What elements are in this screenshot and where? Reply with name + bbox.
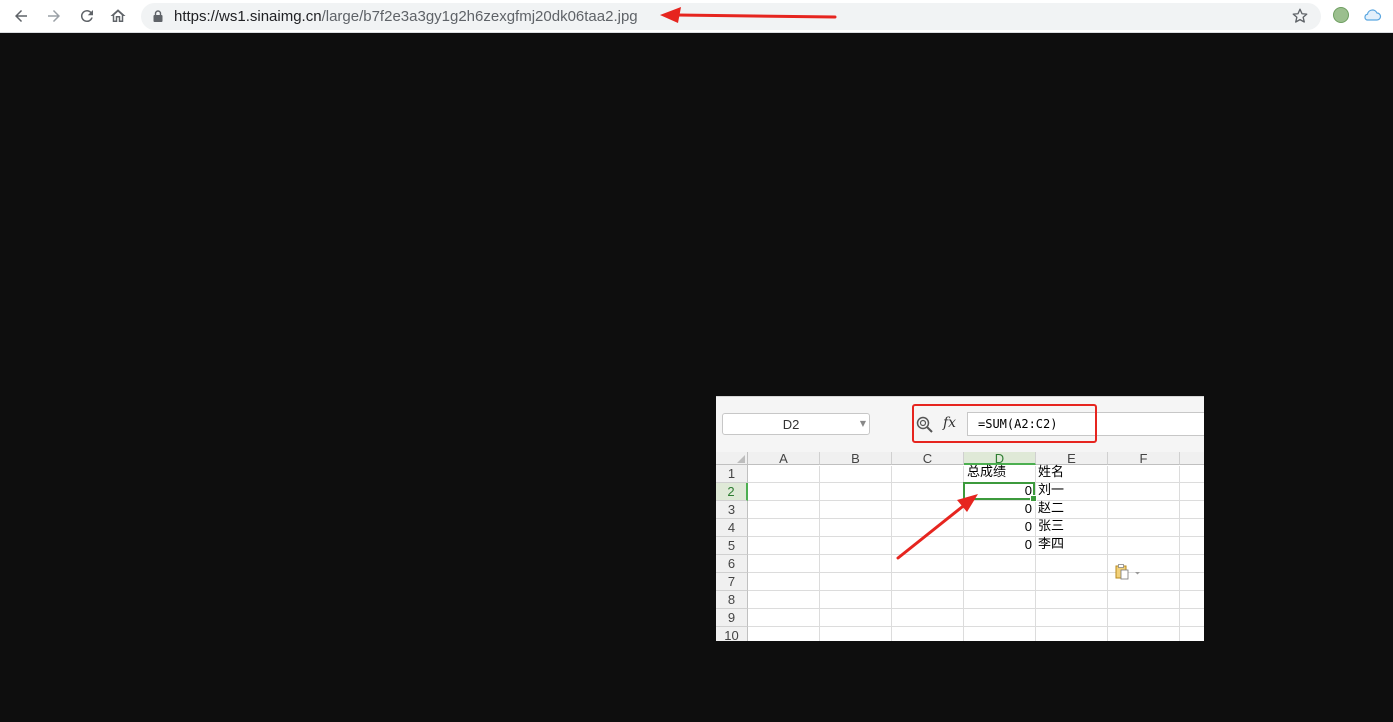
name-box[interactable]: D2 ▼	[722, 413, 870, 435]
column-header-a[interactable]: A	[748, 452, 820, 466]
row-header-2[interactable]: 2	[716, 483, 748, 501]
url-host: https://ws1.sinaimg.cn	[174, 8, 322, 25]
cell-d1[interactable]: 总成绩	[967, 464, 1006, 482]
cell-e2[interactable]: 刘一	[1038, 482, 1064, 500]
home-icon[interactable]	[106, 5, 130, 27]
column-header-b[interactable]: B	[820, 452, 892, 466]
row-header-5[interactable]: 5	[716, 537, 748, 555]
cloud-extension-icon[interactable]	[1362, 8, 1382, 22]
row-header-8[interactable]: 8	[716, 591, 748, 609]
cell-e3[interactable]: 赵二	[1038, 500, 1064, 518]
annotation-box	[912, 404, 1097, 443]
fill-handle[interactable]	[1030, 495, 1037, 502]
gridline	[748, 590, 1204, 591]
active-cell-selection[interactable]	[963, 482, 1037, 502]
cell-d5[interactable]: 0	[964, 536, 1032, 554]
extension-circle-icon[interactable]	[1333, 7, 1349, 23]
row-header-9[interactable]: 9	[716, 609, 748, 627]
reload-icon[interactable]	[75, 5, 99, 27]
cell-e4[interactable]: 张三	[1038, 518, 1064, 536]
row-header-7[interactable]: 7	[716, 573, 748, 591]
row-header-10[interactable]: 10	[716, 627, 748, 641]
paste-options-icon[interactable]	[1115, 564, 1141, 580]
name-box-value: D2	[782, 417, 800, 432]
url-text[interactable]: https://ws1.sinaimg.cn/large/b7f2e3a3gy1…	[174, 8, 638, 25]
address-bar[interactable]: https://ws1.sinaimg.cn/large/b7f2e3a3gy1…	[141, 3, 1321, 30]
column-header-c[interactable]: C	[892, 452, 964, 466]
column-header-f[interactable]: F	[1108, 452, 1180, 466]
spreadsheet-image: D2 ▼ fx =SUM(A2:C2) A B C D E F 1 2 3 4 …	[716, 396, 1204, 641]
column-header-g[interactable]	[1180, 452, 1204, 465]
row-header-6[interactable]: 6	[716, 555, 748, 573]
gridline	[748, 626, 1204, 627]
cell-e1[interactable]: 姓名	[1038, 464, 1064, 482]
cell-grid: A B C D E F 1 2 3 4 5 6 7 8 9 10 总成绩 姓名	[716, 452, 1204, 641]
lock-icon	[153, 10, 163, 22]
cell-e5[interactable]: 李四	[1038, 536, 1064, 554]
row-header-1[interactable]: 1	[716, 465, 748, 483]
dropdown-caret-icon[interactable]: ▼	[860, 419, 866, 428]
bookmark-star-icon[interactable]	[1291, 7, 1309, 25]
cell-d3[interactable]: 0	[964, 500, 1032, 518]
back-icon[interactable]	[9, 5, 33, 27]
forward-icon[interactable]	[42, 5, 66, 27]
row-header-4[interactable]: 4	[716, 519, 748, 537]
row-header-3[interactable]: 3	[716, 501, 748, 519]
url-path: /large/b7f2e3a3gy1g2h6zexgfmj20dk06taa2.…	[321, 8, 638, 25]
browser-toolbar: https://ws1.sinaimg.cn/large/b7f2e3a3gy1…	[0, 0, 1393, 33]
gridline	[748, 608, 1204, 609]
formula-bar: D2 ▼ fx =SUM(A2:C2)	[716, 396, 1204, 452]
cell-d4[interactable]: 0	[964, 518, 1032, 536]
select-all-corner[interactable]	[716, 452, 748, 465]
gridline	[748, 554, 1204, 555]
